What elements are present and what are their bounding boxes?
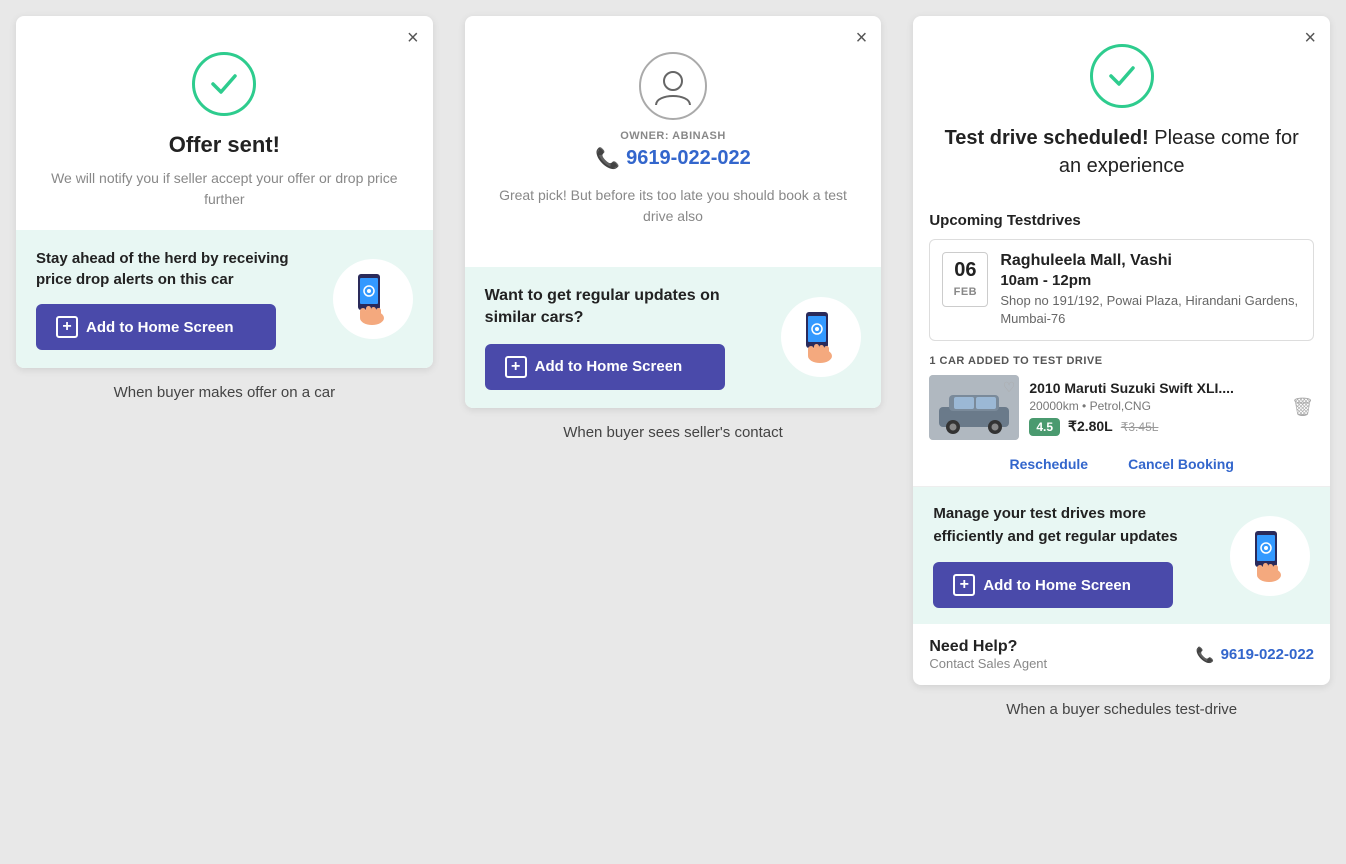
reschedule-link[interactable]: Reschedule: [1009, 456, 1088, 472]
heart-icon: ♡: [1003, 379, 1016, 396]
help-phone[interactable]: 📞 9619-022-022: [1196, 646, 1314, 664]
main-wrapper: × Offer sent! We will notify you if sell…: [0, 0, 1346, 864]
panel3-col: × Test drive scheduled! Please come for …: [897, 0, 1346, 864]
upcoming-label: Upcoming Testdrives: [913, 212, 1330, 229]
car-price-old: ₹3.45L: [1121, 420, 1159, 434]
rating-badge: 4.5: [1029, 418, 1060, 436]
car-row: ♡ 2010 Maruti Suzuki Swift XLI.... 20000…: [913, 375, 1330, 440]
date-month: FEB: [954, 286, 978, 298]
drive-details: Raghuleela Mall, Vashi 10am - 12pm Shop …: [1000, 252, 1301, 328]
add-home-btn-2[interactable]: + Add to Home Screen: [485, 344, 725, 390]
panel1-caption: When buyer makes offer on a car: [114, 384, 336, 401]
date-num: 06: [953, 259, 977, 282]
test-drive-top: Test drive scheduled! Please come for an…: [913, 16, 1330, 212]
car-image: ♡: [929, 375, 1019, 440]
car-badges: 4.5 ₹2.80L ₹3.45L: [1029, 418, 1281, 436]
alert-text-1: Stay ahead of the herd by receiving pric…: [36, 248, 321, 290]
action-links: Reschedule Cancel Booking: [913, 446, 1330, 487]
offer-sent-panel: × Offer sent! We will notify you if sell…: [16, 16, 433, 368]
help-section: Need Help? Contact Sales Agent 📞 9619-02…: [913, 624, 1330, 685]
offer-sent-top: Offer sent! We will notify you if seller…: [16, 16, 433, 230]
offer-sent-subtitle: We will notify you if seller accept your…: [40, 168, 409, 210]
drive-address: Shop no 191/192, Powai Plaza, Hirandani …: [1000, 292, 1301, 328]
phone-hand-2: [781, 297, 861, 377]
test-drive-title: Test drive scheduled! Please come for an…: [937, 124, 1306, 180]
trash-icon[interactable]: 🗑: [1291, 397, 1314, 418]
owner-avatar: [639, 52, 707, 120]
plus-icon-1: +: [56, 316, 78, 338]
p3-banner-inner: Manage your test drives more efficiently…: [933, 503, 1310, 608]
help-sub: Contact Sales Agent: [929, 656, 1047, 671]
phone-icon-3: 📞: [1196, 646, 1215, 664]
date-box: 06 FEB: [942, 252, 988, 307]
add-home-label-2: Add to Home Screen: [535, 358, 683, 375]
drive-card: 06 FEB Raghuleela Mall, Vashi 10am - 12p…: [929, 239, 1314, 341]
alert-banner-1: Stay ahead of the herd by receiving pric…: [16, 230, 433, 368]
offer-sent-title: Offer sent!: [40, 132, 409, 158]
plus-icon-3: +: [953, 574, 975, 596]
p3-banner-title: Manage your test drives more efficiently…: [933, 503, 1218, 548]
check-icon: [192, 52, 256, 116]
p3-banner: Manage your test drives more efficiently…: [913, 487, 1330, 624]
car-price: ₹2.80L: [1068, 418, 1113, 435]
plus-icon-2: +: [505, 356, 527, 378]
seller-contact-panel: × OWNER: ABINASH 📞 9619-022-022 Great pi…: [465, 16, 882, 408]
add-home-btn-3[interactable]: + Add to Home Screen: [933, 562, 1173, 608]
owner-phone: 📞 9619-022-022: [489, 146, 858, 171]
panel3-caption: When a buyer schedules test-drive: [1006, 701, 1237, 718]
help-title: Need Help?: [929, 638, 1047, 656]
add-home-label-1: Add to Home Screen: [86, 319, 234, 336]
car-km: 20000km • Petrol,CNG: [1029, 399, 1281, 413]
close-button-2[interactable]: ×: [856, 28, 868, 48]
drive-time: 10am - 12pm: [1000, 272, 1301, 289]
phone-hand-1: [333, 259, 413, 339]
test-drive-panel: × Test drive scheduled! Please come for …: [913, 16, 1330, 685]
venue-name: Raghuleela Mall, Vashi: [1000, 252, 1301, 270]
panel2-caption: When buyer sees seller's contact: [563, 424, 783, 441]
owner-label: OWNER: ABINASH: [489, 130, 858, 142]
cancel-booking-link[interactable]: Cancel Booking: [1128, 456, 1234, 472]
help-text: Need Help? Contact Sales Agent: [929, 638, 1047, 671]
panel2-col: × OWNER: ABINASH 📞 9619-022-022 Great pi…: [449, 0, 898, 864]
panel1-col: × Offer sent! We will notify you if sell…: [0, 0, 449, 864]
check-icon-3: [1090, 44, 1154, 108]
car-name: 2010 Maruti Suzuki Swift XLI....: [1029, 380, 1281, 396]
p2-desc: Great pick! But before its too late you …: [489, 185, 858, 227]
p2-banner: Want to get regular updates on similar c…: [465, 267, 882, 408]
phone-icon-2: 📞: [595, 146, 620, 171]
car-added-label: 1 CAR ADDED TO TEST DRIVE: [913, 355, 1330, 367]
close-button-3[interactable]: ×: [1304, 28, 1316, 48]
car-details: 2010 Maruti Suzuki Swift XLI.... 20000km…: [1029, 380, 1281, 436]
add-home-label-3: Add to Home Screen: [983, 577, 1131, 594]
p2-banner-inner: Want to get regular updates on similar c…: [485, 285, 862, 390]
add-home-btn-1[interactable]: + Add to Home Screen: [36, 304, 276, 350]
seller-top: OWNER: ABINASH 📞 9619-022-022 Great pick…: [465, 16, 882, 247]
close-button-1[interactable]: ×: [407, 28, 419, 48]
phone-hand-3: [1230, 516, 1310, 596]
p2-banner-title: Want to get regular updates on similar c…: [485, 285, 770, 330]
drive-info: 06 FEB Raghuleela Mall, Vashi 10am - 12p…: [942, 252, 1301, 328]
